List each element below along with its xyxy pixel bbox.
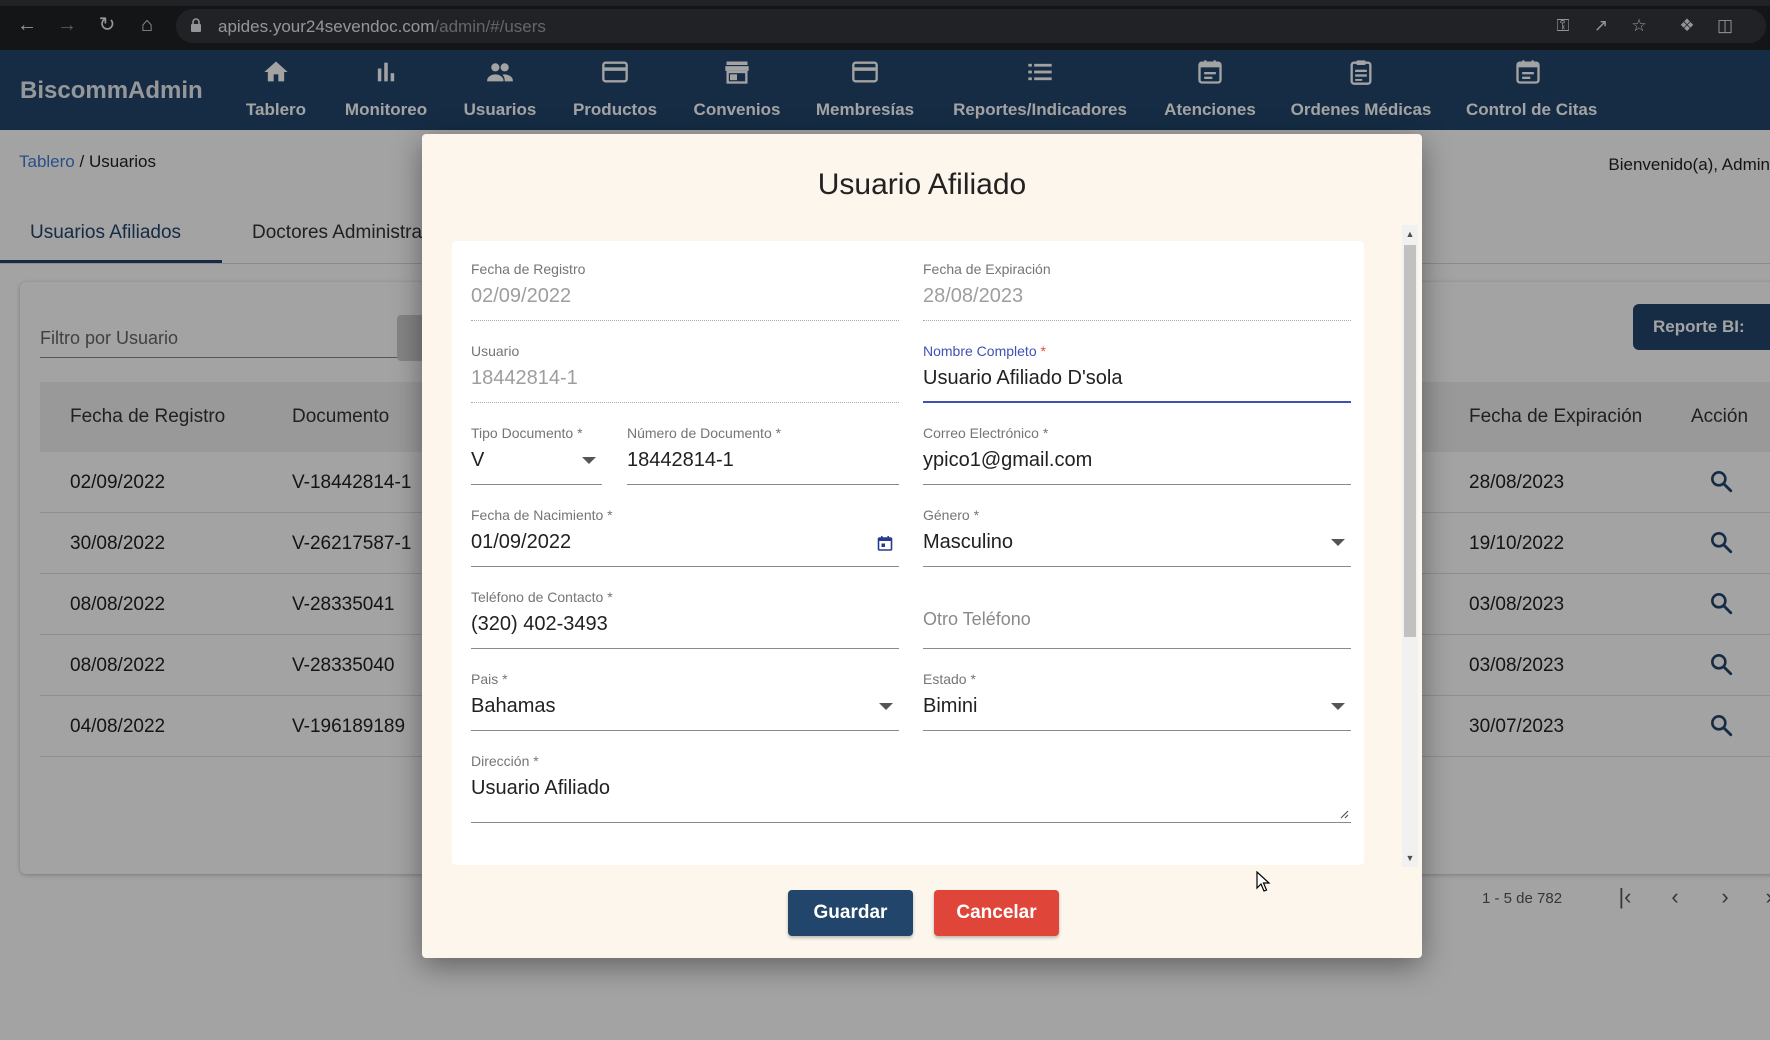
field-label: Fecha de Nacimiento * (471, 507, 613, 523)
field-label: Número de Documento * (627, 425, 782, 441)
fecha-registro-field: Fecha de Registro 02/09/2022 (471, 261, 899, 321)
field-label: Nombre Completo * (923, 343, 1046, 359)
guardar-button[interactable]: Guardar (788, 890, 913, 936)
field-label: Usuario (471, 343, 520, 359)
dialog-scrollbar[interactable]: ▲ ▼ (1402, 225, 1418, 867)
calendar-picker-icon[interactable] (877, 535, 893, 551)
field-value: 01/09/2022 (471, 531, 572, 553)
fecha-expiracion-field: Fecha de Expiración 28/08/2023 (923, 261, 1351, 321)
scroll-up-icon[interactable]: ▲ (1405, 229, 1415, 239)
genero-select[interactable]: Género * Masculino (923, 507, 1351, 567)
field-value: 02/09/2022 (471, 285, 572, 307)
fecha-nacimiento-input[interactable]: Fecha de Nacimiento * 01/09/2022 (471, 507, 899, 567)
dropdown-arrow-icon (1331, 703, 1345, 710)
field-value: Usuario Afiliado D'sola (923, 367, 1123, 389)
scroll-thumb[interactable] (1404, 245, 1416, 637)
field-label: Dirección * (471, 753, 539, 769)
field-value: Bahamas (471, 695, 556, 717)
field-label: Correo Electrónico * (923, 425, 1049, 441)
field-label: Fecha de Registro (471, 261, 586, 277)
resize-handle-icon[interactable] (1339, 809, 1349, 819)
field-label: Género * (923, 507, 980, 523)
dropdown-arrow-icon (1331, 539, 1345, 546)
dropdown-arrow-icon (582, 457, 596, 464)
field-label: Estado * (923, 671, 976, 687)
dropdown-arrow-icon (879, 703, 893, 710)
cancelar-button[interactable]: Cancelar (934, 890, 1059, 936)
field-value: Usuario Afiliado (471, 777, 610, 799)
scroll-down-icon[interactable]: ▼ (1405, 853, 1415, 863)
field-label: Pais * (471, 671, 508, 687)
field-value: 28/08/2023 (923, 285, 1024, 307)
nombre-completo-input[interactable]: Nombre Completo * Usuario Afiliado D'sol… (923, 343, 1351, 403)
pais-select[interactable]: Pais * Bahamas (471, 671, 899, 731)
field-label: Tipo Documento * (471, 425, 583, 441)
mouse-cursor-icon (1256, 871, 1271, 892)
estado-select[interactable]: Estado * Bimini (923, 671, 1351, 731)
field-value: 18442814-1 (471, 367, 578, 389)
numero-documento-input[interactable]: Número de Documento * 18442814-1 (627, 425, 899, 485)
telefono-contacto-input[interactable]: Teléfono de Contacto * (320) 402-3493 (471, 589, 899, 649)
field-placeholder: Otro Teléfono (923, 609, 1031, 629)
field-value: Bimini (923, 695, 978, 717)
direccion-textarea[interactable]: Dirección * Usuario Afiliado (471, 753, 1351, 823)
dialog-form: Fecha de Registro 02/09/2022 Fecha de Ex… (452, 241, 1364, 865)
affiliate-user-dialog: Usuario Afiliado Fecha de Registro 02/09… (422, 134, 1422, 958)
dialog-title: Usuario Afiliado (817, 168, 1027, 201)
correo-electronico-input[interactable]: Correo Electrónico * ypico1@gmail.com (923, 425, 1351, 485)
field-value: Masculino (923, 531, 1014, 553)
field-value: V (471, 449, 485, 471)
tipo-documento-select[interactable]: Tipo Documento * V (471, 425, 602, 485)
usuario-field: Usuario 18442814-1 (471, 343, 899, 403)
field-value: ypico1@gmail.com (923, 449, 1093, 471)
field-label: Fecha de Expiración (923, 261, 1051, 277)
field-value: (320) 402-3493 (471, 613, 608, 635)
field-label: Teléfono de Contacto * (471, 589, 613, 605)
field-value: 18442814-1 (627, 449, 734, 471)
otro-telefono-input[interactable]: Otro Teléfono (923, 589, 1351, 649)
